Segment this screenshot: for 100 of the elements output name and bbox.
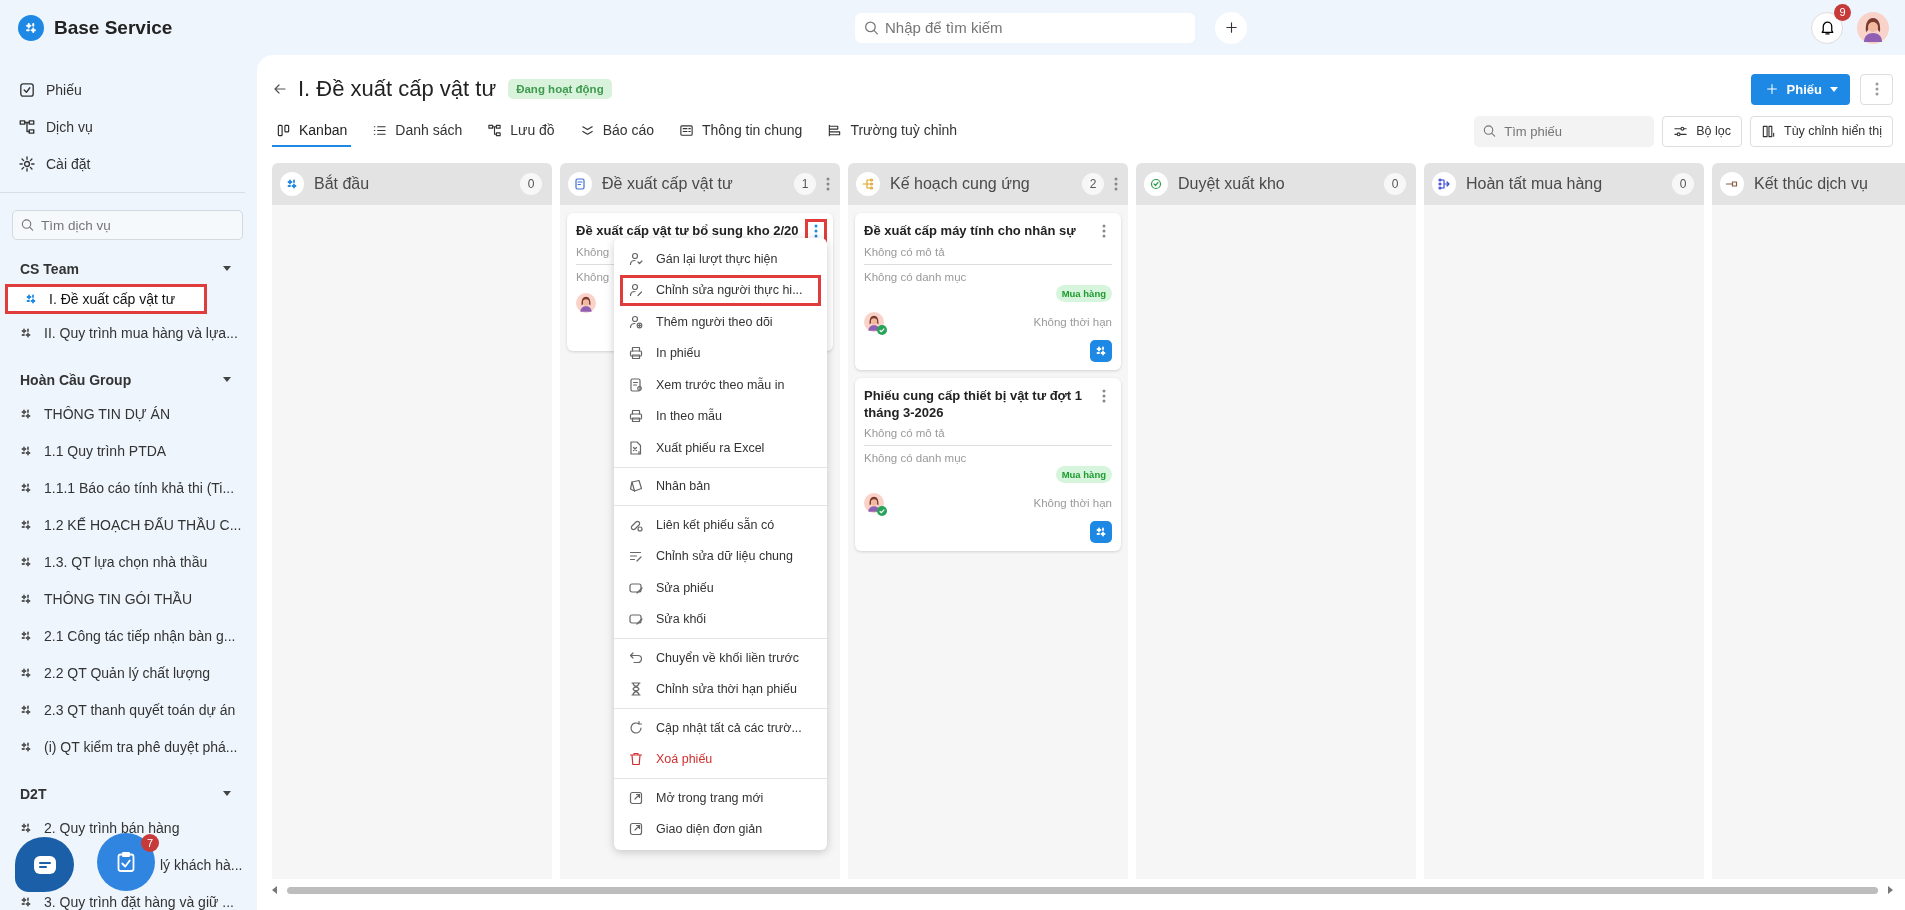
- card-title: Đề xuất cấp vật tư bổ sung kho 2/20: [576, 222, 800, 239]
- sidebar-item[interactable]: 2.3 QT thanh quyết toán dự án: [0, 701, 257, 718]
- menu-item[interactable]: Xuất phiếu ra Excel: [614, 432, 827, 464]
- menu-item[interactable]: In phiếu: [614, 337, 827, 369]
- customize-view-button[interactable]: Tùy chỉnh hiển thị: [1750, 115, 1893, 147]
- trash-icon: [628, 751, 644, 768]
- column-title: Duyệt xuất kho: [1178, 175, 1286, 193]
- card-count: 0: [1384, 173, 1406, 195]
- check-circle-icon: [1148, 176, 1164, 192]
- view-tab[interactable]: Kanban: [272, 115, 352, 147]
- menu-item[interactable]: Gán lại lượt thực hiện: [614, 243, 827, 275]
- menu-item[interactable]: Chỉnh sửa thời hạn phiếu: [614, 673, 827, 705]
- menu-item[interactable]: Xem trước theo mẫu in: [614, 369, 827, 401]
- flowchart-icon: [487, 122, 503, 138]
- sidebar-item[interactable]: 1.1.1 Báo cáo tính khả thi (Ti...: [0, 479, 257, 496]
- service-search-field[interactable]: Tìm dịch vụ: [12, 210, 243, 240]
- column-title: Bắt đầu: [314, 175, 371, 193]
- nav-item[interactable]: Dịch vụ: [18, 108, 245, 145]
- user-avatar: [1857, 11, 1889, 44]
- card-description: Không: [576, 246, 611, 258]
- new-ticket-button[interactable]: Phiếu: [1750, 73, 1850, 105]
- column-title: Đề xuất cấp vật tư: [602, 175, 734, 193]
- sidebar-item[interactable]: 2.2 QT Quản lý chất lượng: [0, 664, 257, 681]
- sidebar-item[interactable]: II. Quy trình mua hàng và lựa...: [0, 324, 257, 341]
- card-tag: Mua hàng: [1055, 466, 1112, 483]
- view-tab[interactable]: Trường tuỳ chỉnh: [823, 115, 962, 147]
- filter-button[interactable]: Bộ lọc: [1662, 115, 1742, 147]
- external-link-icon: [628, 789, 644, 806]
- group-header[interactable]: D2T: [0, 778, 257, 809]
- notification-count: 9: [1834, 3, 1851, 21]
- menu-item[interactable]: Chỉnh sửa người thực hi...: [620, 274, 821, 306]
- menu-item[interactable]: Nhân bản: [614, 470, 827, 502]
- menu-item[interactable]: Liên kết phiếu sẵn có: [614, 509, 827, 541]
- view-tab[interactable]: Danh sách: [368, 115, 467, 147]
- search-icon: [20, 217, 35, 233]
- merge-icon: [1436, 176, 1452, 192]
- plus-icon: [1223, 20, 1239, 35]
- card-category: Không có danh mục: [864, 452, 968, 464]
- view-tab[interactable]: Báo cáo: [575, 115, 658, 147]
- sidebar-item[interactable]: 1.1 Quy trình PTDA: [0, 442, 257, 459]
- sidebar-item[interactable]: 1.3. QT lựa chọn nhà thầu: [0, 553, 257, 570]
- chat-button[interactable]: [15, 837, 74, 892]
- column-title: Hoàn tất mua hàng: [1466, 175, 1604, 193]
- plus-icon: [1764, 82, 1779, 96]
- menu-item[interactable]: Giao diện đơn giản: [614, 813, 827, 845]
- view-tab[interactable]: Thông tin chung: [675, 115, 807, 147]
- group-header[interactable]: Hoàn Cầu Group: [0, 364, 257, 395]
- menu-item[interactable]: Chuyển về khối liền trước: [614, 642, 827, 674]
- card-menu-button[interactable]: [808, 222, 824, 240]
- ticket-card[interactable]: Đề xuất cấp máy tính cho nhân sự Không có mô tả Không có danh mục Mua hàng Không thời hạn: [855, 213, 1121, 370]
- card-deadline: Không thời hạn: [1033, 316, 1112, 328]
- kebab-icon: [826, 177, 830, 191]
- menu-item[interactable]: Mở trong trang mới: [614, 782, 827, 814]
- sidebar-item[interactable]: I. Đề xuất cấp vật tư: [5, 284, 207, 314]
- menu-item[interactable]: Sửa khối: [614, 603, 827, 635]
- kebab-icon: [1102, 224, 1106, 238]
- user-add-icon: [628, 313, 644, 330]
- task-count: 7: [141, 834, 159, 852]
- nav-item[interactable]: Cài đặt: [18, 145, 245, 182]
- menu-item[interactable]: Thêm người theo dõi: [614, 306, 827, 338]
- ticket-search-field[interactable]: Tìm phiếu: [1474, 115, 1655, 147]
- search-icon: [863, 19, 880, 36]
- ticket-card[interactable]: Phiếu cung cấp thiết bị vật tư đợt 1 tháng 3-2026 Không có mô tả Không có danh mục Mua hàng Không thời hạn: [855, 378, 1121, 551]
- group-header[interactable]: CS Team: [0, 253, 257, 284]
- sidebar-item[interactable]: (i) QT kiểm tra phê duyệt phá...: [0, 738, 257, 755]
- sidebar-item[interactable]: 2. Quy trình bán hàng: [0, 819, 257, 836]
- sidebar-item[interactable]: lý khách hà...: [160, 856, 243, 873]
- sidebar-item[interactable]: THÔNG TIN DỰ ÁN: [0, 405, 257, 422]
- status-badge: Đang hoạt động: [508, 79, 612, 99]
- menu-item[interactable]: Cập nhật tất cả các trườ...: [614, 712, 827, 744]
- menu-item[interactable]: Xoá phiếu: [614, 743, 827, 775]
- card-tag: Mua hàng: [1055, 285, 1112, 302]
- column-title: Kế hoạch cung ứng: [890, 175, 1031, 193]
- view-tab[interactable]: Lưu đồ: [483, 115, 559, 147]
- menu-item[interactable]: In theo mẫu: [614, 400, 827, 432]
- card-title: Phiếu cung cấp thiết bị vật tư đợt 1 tháng 3-2026: [864, 387, 1083, 421]
- search-field[interactable]: Nhập để tìm kiếm: [855, 12, 1195, 43]
- app-name: Base Service: [54, 16, 173, 39]
- user-edit-icon: [628, 282, 644, 299]
- menu-item[interactable]: Sửa phiếu: [614, 572, 827, 604]
- assignee-avatar: [576, 293, 596, 313]
- fields-icon: [827, 122, 843, 138]
- chat-icon: [32, 854, 57, 875]
- columns-icon: [276, 122, 291, 138]
- menu-item[interactable]: Chỉnh sửa dữ liệu chung: [614, 540, 827, 572]
- printer-icon: [628, 345, 644, 362]
- sidebar-item[interactable]: 3. Quy trình đặt hàng và giữ ...: [0, 893, 257, 910]
- card-title: Đề xuất cấp máy tính cho nhân sự: [864, 222, 1077, 239]
- page-title: I. Đề xuất cấp vật tư: [298, 76, 497, 102]
- checkbox-icon: [18, 80, 36, 99]
- nav-item[interactable]: Phiếu: [18, 71, 245, 108]
- card-description: Không có mô tả: [864, 246, 946, 258]
- sidebar-item[interactable]: 2.1 Công tác tiếp nhận bàn g...: [0, 627, 257, 644]
- flowchart-icon: [18, 117, 36, 136]
- sidebar-item[interactable]: THÔNG TIN GÓI THẦU: [0, 590, 257, 607]
- printer-icon: [628, 408, 644, 425]
- document-icon: [572, 176, 588, 192]
- sidebar-item[interactable]: 1.2 KẾ HOẠCH ĐẤU THẦU C...: [0, 516, 257, 533]
- settings-icon: [18, 154, 36, 173]
- copy-icon: [628, 478, 644, 495]
